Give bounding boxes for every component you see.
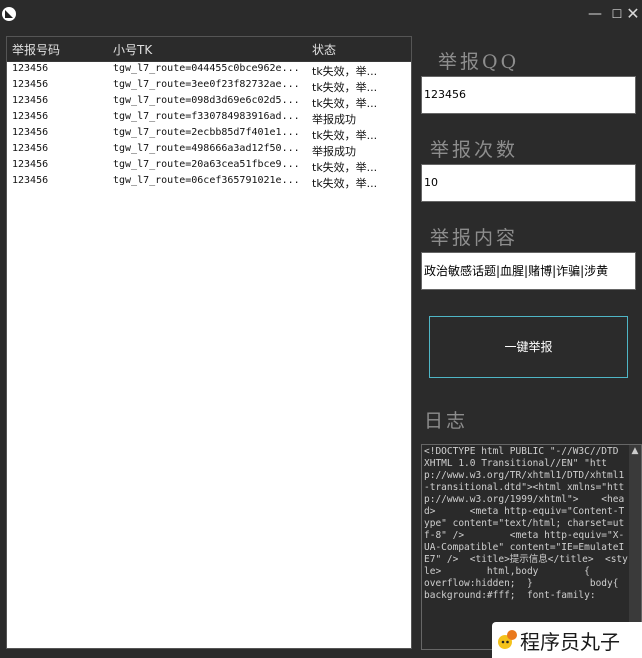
count-input[interactable]: 10: [421, 164, 636, 202]
cell-status: tk失效，举...: [312, 177, 378, 190]
watermark-text: 程序员丸子: [520, 630, 620, 654]
cell-tk: tgw_l7_route=498666a3ad12f50...: [113, 143, 300, 154]
cell-number: 123456: [12, 127, 49, 138]
qq-input[interactable]: 123456: [421, 76, 636, 114]
cell-status: tk失效，举...: [312, 161, 378, 174]
table-row[interactable]: 123456 tgw_l7_route=498666a3ad12f50... 举…: [7, 142, 411, 158]
cell-status: 举报成功: [312, 113, 356, 126]
app-logo-icon: [2, 7, 16, 21]
content-label: 举报内容: [430, 227, 519, 249]
cell-number: 123456: [12, 159, 49, 170]
cell-tk: tgw_l7_route=2ecbb85d7f401e1...: [113, 127, 300, 138]
cell-number: 123456: [12, 95, 49, 106]
cell-status: tk失效，举...: [312, 65, 378, 78]
log-textarea[interactable]: <!DOCTYPE html PUBLIC "-//W3C//DTD XHTML…: [421, 444, 642, 650]
minimize-button[interactable]: —: [584, 4, 606, 24]
table-body: 123456 tgw_l7_route=044455c0bce962e... t…: [7, 62, 411, 190]
table-row[interactable]: 123456 tgw_l7_route=2ecbb85d7f401e1... t…: [7, 126, 411, 142]
count-label: 举报次数: [430, 139, 519, 161]
table-row[interactable]: 123456 tgw_l7_route=f330784983916ad... 举…: [7, 110, 411, 126]
cell-status: tk失效，举...: [312, 129, 378, 142]
table-row[interactable]: 123456 tgw_l7_route=06cef365791021e... t…: [7, 174, 411, 190]
cell-status: 举报成功: [312, 145, 356, 158]
title-bar: — ☐ ✕: [0, 0, 642, 30]
one-click-report-button[interactable]: 一键举报: [429, 316, 628, 378]
cell-tk: tgw_l7_route=06cef365791021e...: [113, 175, 300, 186]
cell-number: 123456: [12, 63, 49, 74]
watermark-logo-icon: [498, 630, 517, 649]
table-row[interactable]: 123456 tgw_l7_route=044455c0bce962e... t…: [7, 62, 411, 78]
cell-tk: tgw_l7_route=3ee0f23f82732ae...: [113, 79, 300, 90]
content-input[interactable]: 政治敏感话题|血腥|赌博|诈骗|涉黄: [421, 252, 636, 290]
scroll-up-icon[interactable]: ▲: [629, 445, 641, 457]
watermark: 程序员丸子: [492, 622, 642, 658]
cell-status: tk失效，举...: [312, 97, 378, 110]
log-scrollbar[interactable]: ▲: [629, 445, 641, 649]
log-label: 日志: [424, 410, 469, 432]
table-row[interactable]: 123456 tgw_l7_route=20a63cea51fbce9... t…: [7, 158, 411, 174]
column-header-tk[interactable]: 小号TK: [113, 41, 152, 58]
cell-number: 123456: [12, 175, 49, 186]
table-row[interactable]: 123456 tgw_l7_route=3ee0f23f82732ae... t…: [7, 78, 411, 94]
cell-tk: tgw_l7_route=098d3d69e6c02d5...: [113, 95, 300, 106]
cell-number: 123456: [12, 143, 49, 154]
report-table: 举报号码 小号TK 状态 123456 tgw_l7_route=044455c…: [6, 36, 412, 649]
log-content: <!DOCTYPE html PUBLIC "-//W3C//DTD XHTML…: [424, 446, 636, 601]
column-header-status[interactable]: 状态: [312, 41, 336, 58]
cell-number: 123456: [12, 79, 49, 90]
cell-number: 123456: [12, 111, 49, 122]
cell-tk: tgw_l7_route=044455c0bce962e...: [113, 63, 300, 74]
table-header: 举报号码 小号TK 状态: [7, 37, 411, 62]
cell-tk: tgw_l7_route=20a63cea51fbce9...: [113, 159, 300, 170]
column-header-number[interactable]: 举报号码: [12, 41, 60, 58]
qq-label: 举报QQ: [438, 51, 520, 73]
cell-status: tk失效，举...: [312, 81, 378, 94]
app-window: — ☐ ✕ 举报号码 小号TK 状态 123456 tgw_l7_route=0…: [0, 0, 642, 658]
cell-tk: tgw_l7_route=f330784983916ad...: [113, 111, 300, 122]
table-row[interactable]: 123456 tgw_l7_route=098d3d69e6c02d5... t…: [7, 94, 411, 110]
close-button[interactable]: ✕: [622, 4, 642, 24]
